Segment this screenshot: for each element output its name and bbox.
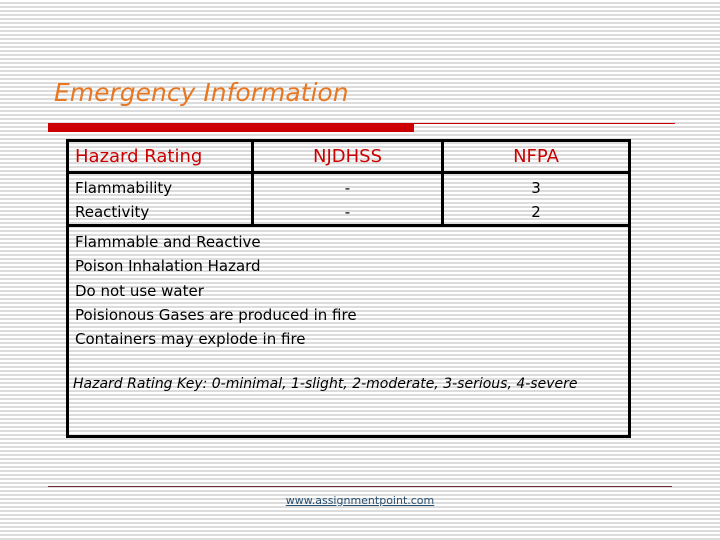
slide-title: Emergency Information	[54, 78, 349, 107]
footer-website-link[interactable]: www.assignmentpoint.com	[0, 494, 720, 507]
note-item: Containers may explode in fire	[75, 330, 306, 349]
row-label-flammability: Flammability	[69, 172, 254, 200]
table-row: Reactivity - 2	[69, 200, 628, 227]
note-item: Poison Inhalation Hazard	[75, 257, 261, 276]
header-nfpa: NFPA	[442, 142, 628, 174]
note-item: Poisionous Gases are produced in fire	[75, 305, 357, 324]
emergency-info-box: Hazard Rating NJDHSS NFPA Flammability -…	[66, 139, 631, 438]
title-accent-bar	[48, 123, 414, 132]
note-item: Flammable and Reactive	[75, 233, 261, 251]
table-header-row: Hazard Rating NJDHSS NFPA	[69, 142, 628, 174]
reactivity-nfpa-value: 2	[442, 200, 628, 227]
header-njdhss: NJDHSS	[252, 142, 444, 174]
hazard-notes: Flammable and Reactive Poison Inhalation…	[75, 230, 357, 351]
note-item: Do not use water	[75, 281, 204, 300]
table-row: Flammability - 3	[69, 172, 628, 200]
header-hazard-rating: Hazard Rating	[69, 142, 254, 174]
hazard-rating-key: Hazard Rating Key: 0-minimal, 1-slight, …	[73, 376, 578, 392]
flammability-nfpa-value: 3	[531, 179, 541, 197]
footer-divider	[48, 486, 672, 487]
hazard-rating-table: Hazard Rating NJDHSS NFPA Flammability -…	[69, 142, 628, 227]
reactivity-njdhss-value: -	[252, 200, 444, 227]
title-accent-line	[414, 123, 675, 124]
flammability-njdhss-value: -	[252, 172, 444, 200]
row-label-reactivity: Reactivity	[69, 200, 254, 227]
